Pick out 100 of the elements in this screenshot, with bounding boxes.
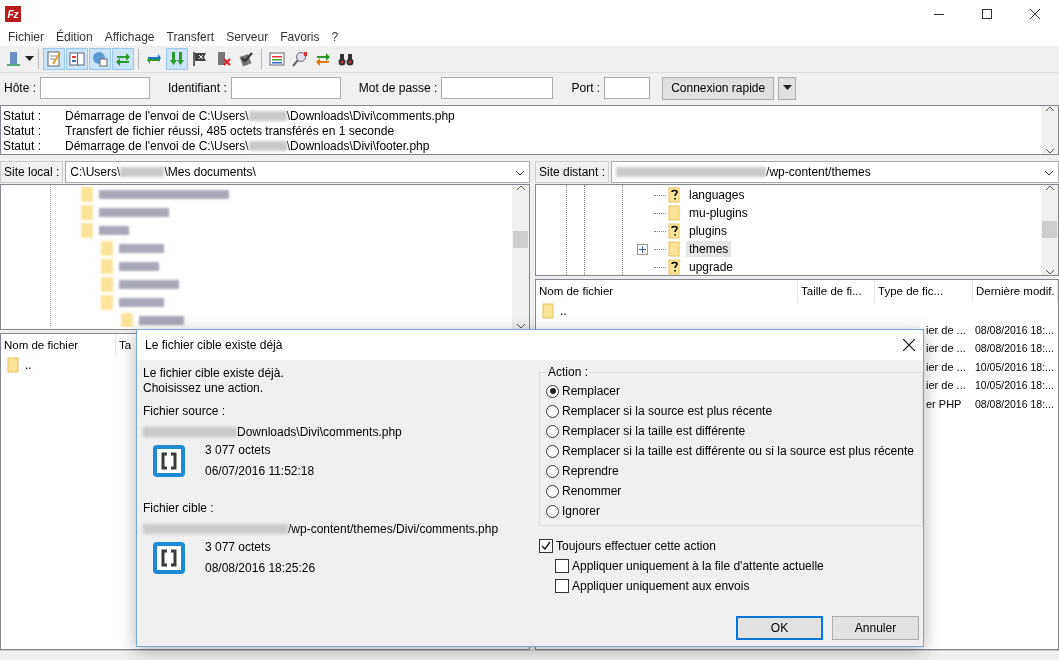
file-date: 08/08/2016 18:...: [975, 397, 1054, 410]
host-field[interactable]: [40, 77, 150, 99]
caret-icon: [25, 56, 34, 62]
checkmark-icon: [541, 541, 551, 551]
scroll-up-icon[interactable]: [1044, 185, 1055, 191]
unknown-folder-icon: [668, 259, 682, 275]
close-icon[interactable]: [903, 339, 915, 351]
tree-item[interactable]: plugins: [686, 223, 731, 239]
file-type: ier de ...: [926, 342, 966, 355]
checkbox-option[interactable]: Toujours effectuer cette action: [539, 538, 923, 554]
file-date: 10/05/2016 18:...: [975, 379, 1054, 392]
redaction-blur: [120, 167, 165, 177]
file-label: Fichier cible :: [143, 501, 215, 516]
toolbar-button[interactable]: [66, 48, 88, 70]
port-field[interactable]: [604, 77, 651, 99]
log-label: Statut :: [3, 138, 43, 153]
checkbox-option[interactable]: Appliquer uniquement à la file d'attente actuelle: [555, 558, 923, 574]
file-date: 10/05/2016 18:...: [975, 360, 1054, 373]
close-icon[interactable]: [1030, 9, 1040, 19]
column-header[interactable]: Taille de fi...: [798, 280, 875, 302]
list-filter-icon: [269, 51, 285, 67]
chevron-down-icon: [515, 170, 525, 176]
password-field[interactable]: [441, 77, 554, 99]
server-icon: [5, 51, 21, 67]
scroll-down-icon[interactable]: [1044, 269, 1055, 275]
redaction-blur: [248, 110, 287, 121]
scroll-down-icon[interactable]: [515, 323, 526, 329]
ok-button[interactable]: OK: [735, 616, 823, 640]
menu-item[interactable]: Serveur: [220, 28, 275, 46]
transfer-arrows-icon: [115, 51, 131, 67]
dialog-title: Le fichier cible existe déjà: [145, 338, 283, 352]
file-path: Downloads\Divi\comments.php: [237, 425, 402, 439]
maximize-icon[interactable]: [982, 9, 992, 19]
cancel-button[interactable]: Annuler: [831, 616, 919, 640]
panel-icon: [69, 51, 85, 67]
globe-icon: [92, 51, 108, 67]
file-date: 08/08/2016 18:...: [975, 342, 1054, 355]
scroll-up-icon[interactable]: [1044, 106, 1055, 112]
remote-path-combo[interactable]: /wp-content/themes: [611, 161, 1059, 183]
tree-item[interactable]: languages: [686, 187, 748, 203]
radio-option[interactable]: Remplacer si la taille est différente: [546, 423, 914, 439]
checkbox-option[interactable]: Appliquer uniquement aux envois: [555, 578, 923, 594]
tree-item[interactable]: upgrade: [686, 259, 737, 275]
log-label: Statut :: [3, 123, 43, 138]
column-header[interactable]: Dernière modif.: [973, 280, 1058, 302]
server-cross-icon: [215, 51, 231, 67]
column-header[interactable]: Nom de fichier: [1, 334, 116, 356]
file-type: ier de ...: [926, 323, 966, 336]
column-header[interactable]: Nom de fichier: [536, 280, 798, 302]
file-type: er PHP: [926, 397, 962, 410]
minimize-icon[interactable]: [934, 13, 944, 15]
password-label: Mot de passe :: [358, 81, 438, 95]
scroll-up-icon[interactable]: [515, 185, 526, 191]
path-text: \Downloads\Divi\comments.php: [286, 108, 455, 123]
dropdown-button[interactable]: [778, 76, 797, 100]
dialog-message: Choisissez une action.: [143, 381, 265, 396]
port-label: Port :: [571, 81, 601, 95]
tree-item[interactable]: themes: [686, 241, 732, 257]
menu-item[interactable]: Affichage: [98, 28, 161, 46]
radio-option[interactable]: Remplacer: [546, 383, 914, 399]
file-date: 06/07/2016 11:52:18: [205, 464, 316, 479]
radio-option[interactable]: Ignorer: [546, 503, 914, 519]
path-text: \Downloads\Divi\footer.php: [286, 138, 430, 153]
column-header[interactable]: Type de fic...: [875, 280, 973, 302]
local-site-label: Site local :: [0, 161, 64, 183]
path-text: \Mes documents\: [164, 165, 256, 179]
redaction-blur: [248, 140, 287, 151]
path-text: Démarrage de l'envoi de C:\Users\: [65, 138, 249, 153]
expand-toggle[interactable]: [637, 243, 648, 255]
radio-option[interactable]: Reprendre: [546, 463, 914, 479]
file-date: 08/08/2016 18:25:26: [205, 561, 317, 576]
remote-site-label: Site distant :: [535, 161, 610, 183]
username-label: Identifiant :: [168, 81, 227, 95]
file-label: Fichier source :: [143, 404, 227, 419]
unknown-folder-icon: [668, 223, 682, 239]
radio-option[interactable]: Renommer: [546, 483, 914, 499]
username-field[interactable]: [230, 77, 341, 99]
notepad-icon: [46, 51, 62, 67]
menu-item[interactable]: Édition: [50, 28, 99, 46]
menu-item[interactable]: ?: [325, 28, 345, 46]
menu-item[interactable]: Favoris: [274, 28, 326, 46]
flag-icon: [192, 51, 208, 67]
menu-item[interactable]: Transfert: [160, 28, 221, 46]
scroll-down-icon[interactable]: [1044, 148, 1055, 154]
local-path-combo[interactable]: C:\Users\ \Mes documents\: [65, 161, 530, 183]
tree-item[interactable]: mu-plugins: [686, 205, 751, 221]
radio-option[interactable]: Remplacer si la source est plus récente: [546, 403, 914, 419]
magnifier-icon: [292, 51, 308, 67]
scrollbar-thumb[interactable]: [1042, 221, 1057, 238]
quickconnect-button[interactable]: Connexion rapide: [662, 76, 775, 100]
download-arrows-icon: [169, 51, 185, 67]
file-size: 3 077 octets: [205, 540, 272, 555]
scrollbar-thumb[interactable]: [513, 231, 528, 248]
file-name: ..: [25, 358, 32, 373]
caret-icon: [782, 85, 792, 91]
menu-item[interactable]: Fichier: [2, 28, 50, 46]
unknown-folder-icon: [668, 187, 682, 203]
radio-option[interactable]: Remplacer si la taille est différente ou si la source est plus récente: [546, 443, 914, 459]
folder-icon: [7, 357, 21, 374]
path-text: /wp-content/themes: [766, 165, 871, 179]
